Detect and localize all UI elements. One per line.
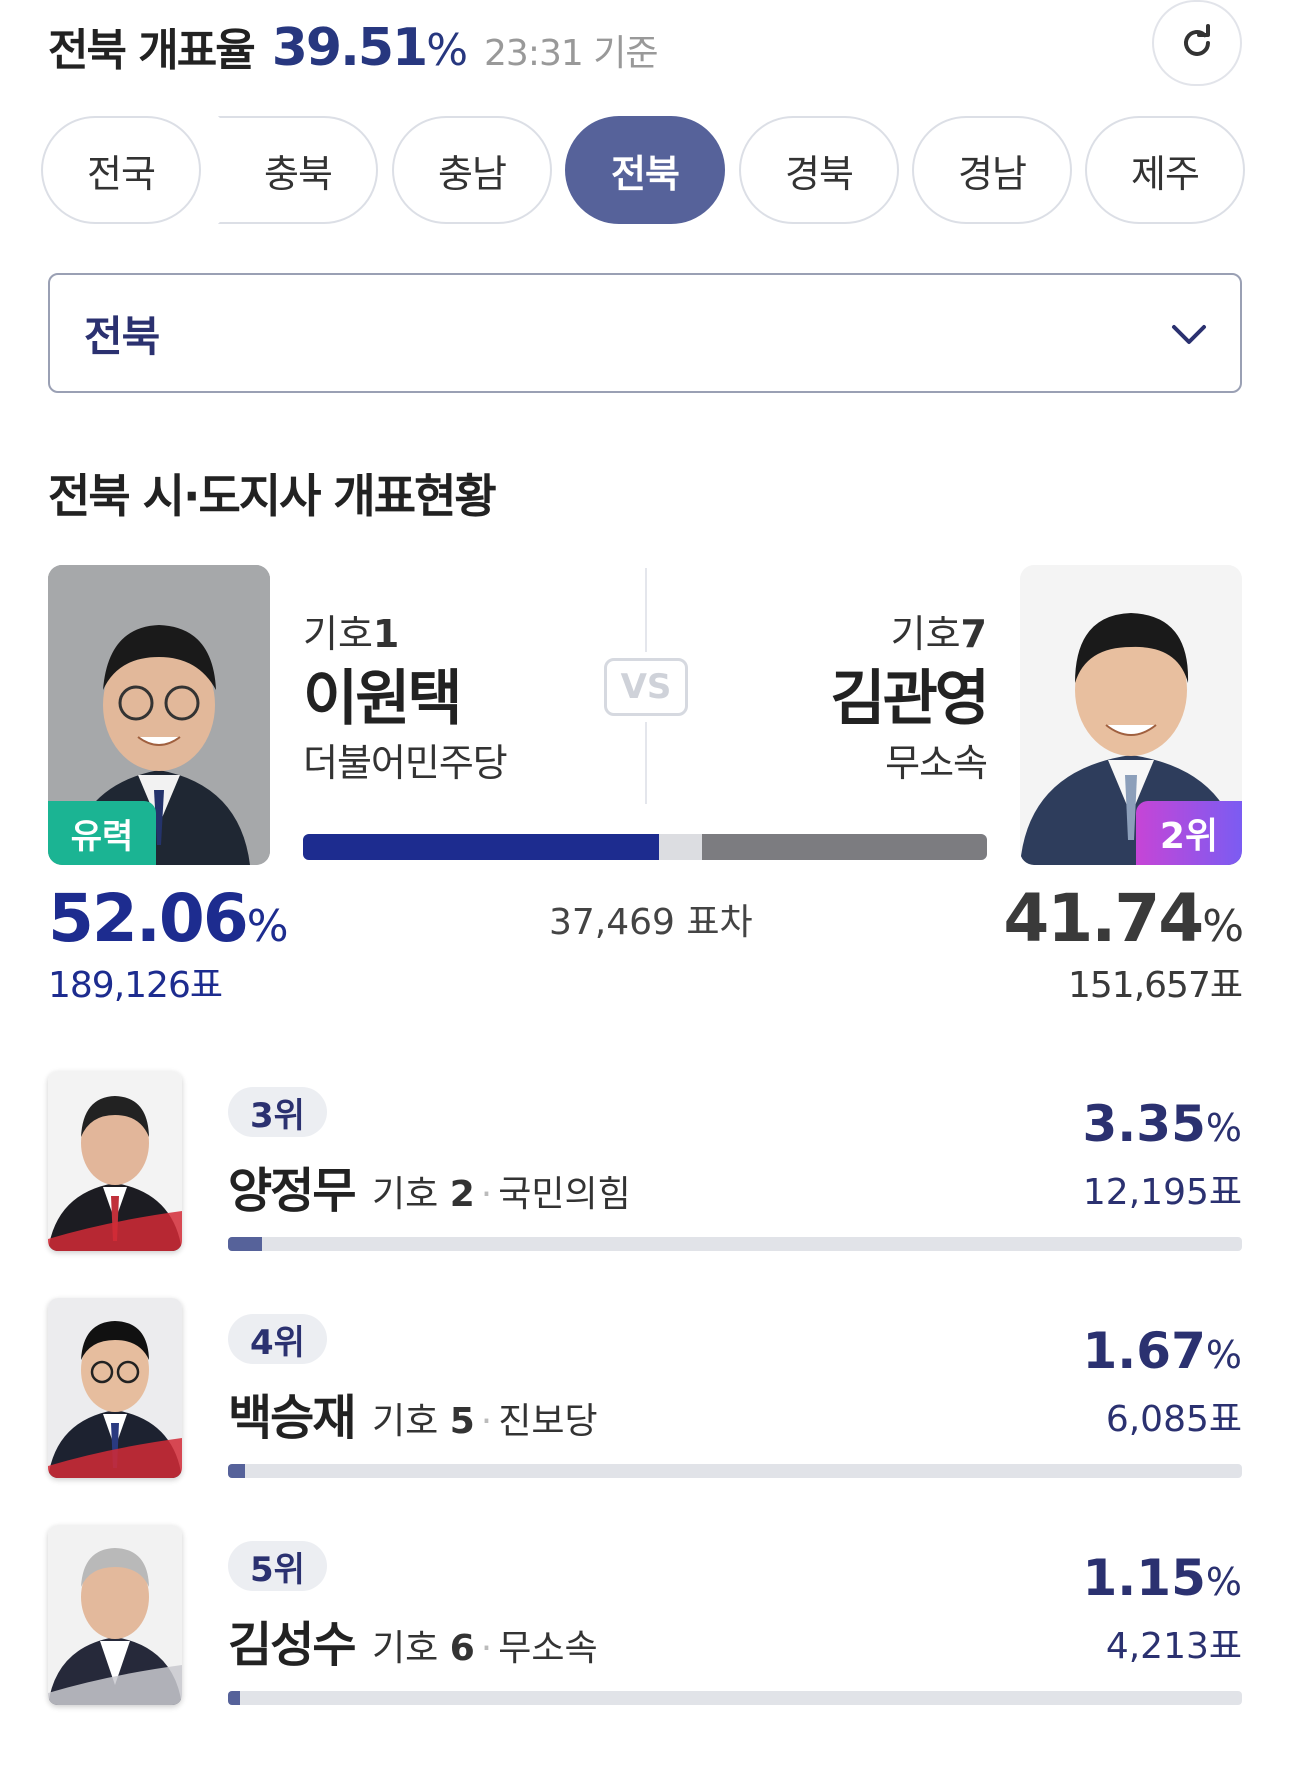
number-label: 기호 [372, 1174, 439, 1215]
vote-pct: 1.15% [1083, 1549, 1242, 1607]
candidate-meta: 기호 5 · 진보당 [372, 1392, 598, 1444]
candidate-party: 무소속 [498, 1628, 598, 1669]
pct-unit: % [1205, 1106, 1242, 1150]
vote-share-fill [228, 1237, 262, 1251]
pct-value: 3.35 [1082, 1095, 1206, 1153]
candidate-name: 양정무 [228, 1163, 356, 1219]
pct-unit: % [1202, 901, 1244, 952]
candidate-name-right: 김관영 [830, 664, 990, 734]
candidate-party: 진보당 [498, 1401, 598, 1442]
candidate-row: 3위 양정무 기호 2 · 국민의힘 3.35% 12,195표 [0, 1071, 1290, 1271]
candidate-party-right: 무소속 [885, 741, 988, 785]
number-value: 2 [449, 1174, 475, 1215]
vs-divider-top [645, 568, 647, 652]
separator-dot: · [480, 1174, 493, 1215]
vote-share-bar-right [701, 834, 987, 860]
vote-pct-left: 52.06% [48, 880, 289, 957]
tab-gyeongbuk[interactable]: 경북 [739, 116, 899, 224]
candidate-name: 김성수 [228, 1617, 356, 1673]
rank-badge: 2위 [1136, 801, 1242, 865]
vote-share-bar [228, 1464, 1242, 1478]
tab-chungbuk[interactable]: 충북 [218, 116, 378, 224]
pct-value: 41.74 [1003, 880, 1204, 957]
lead-badge: 유력 [48, 801, 156, 865]
vote-pct: 1.67% [1083, 1322, 1242, 1380]
vote-share-fill [228, 1464, 245, 1478]
turnout-header: 전북 개표율 39.51 % 23:31 기준 [48, 14, 658, 78]
tab-chungnam[interactable]: 충남 [392, 116, 552, 224]
vote-pct: 3.35% [1083, 1095, 1242, 1153]
pct-value: 1.15 [1082, 1549, 1206, 1607]
pct-value: 1.67 [1082, 1322, 1206, 1380]
vote-share-fill [228, 1691, 240, 1705]
tab-jeju[interactable]: 제주 [1085, 116, 1245, 224]
candidate-photo [48, 1298, 182, 1478]
separator-dot: · [480, 1628, 493, 1669]
turnout-rate: 39.51 [271, 18, 428, 78]
candidate-party: 국민의힘 [498, 1174, 631, 1215]
rank-badge: 5위 [228, 1541, 327, 1591]
candidate-photo-left: 유력 [48, 565, 270, 865]
candidate-meta: 기호 6 · 무소속 [372, 1619, 598, 1671]
turnout-label: 전북 개표율 [48, 25, 256, 76]
vote-count-right: 151,657표 [1068, 965, 1243, 1006]
candidate-photo [48, 1071, 182, 1251]
refresh-button[interactable] [1152, 0, 1242, 86]
rank-badge: 3위 [228, 1087, 327, 1137]
vote-share-bar-left [303, 834, 660, 860]
candidate-photo [48, 1525, 182, 1705]
pct-unit: % [1205, 1560, 1242, 1604]
region-select[interactable]: 전북 [48, 273, 1242, 393]
candidate-name: 백승재 [228, 1390, 356, 1446]
pct-unit: % [246, 901, 289, 952]
region-tabs: 전국 충북 충남 전북 경북 경남 제주 [0, 116, 1290, 226]
candidate-meta: 기호 2 · 국민의힘 [372, 1165, 631, 1217]
refresh-icon [1184, 24, 1210, 56]
vote-count: 4,213표 [1105, 1626, 1242, 1667]
vote-count: 6,085표 [1105, 1399, 1242, 1440]
region-select-value: 전북 [84, 311, 160, 361]
vote-count: 12,195표 [1082, 1172, 1242, 1213]
pct-unit: % [1205, 1333, 1242, 1377]
candidate-photo-right: 2위 [1020, 565, 1242, 865]
section-title: 전북 시·도지사 개표현황 [48, 469, 497, 523]
vs-divider-bottom [645, 722, 647, 804]
candidate-name-left: 이원택 [303, 664, 463, 734]
number-value: 5 [449, 1401, 475, 1442]
candidate-party-left: 더불어민주당 [303, 741, 508, 785]
separator-dot: · [480, 1401, 493, 1442]
candidate-row: 4위 백승재 기호 5 · 진보당 1.67% 6,085표 [0, 1298, 1290, 1498]
updated-time: 23:31 기준 [484, 33, 658, 74]
pct-value: 52.06 [48, 880, 249, 957]
rank-badge: 4위 [228, 1314, 327, 1364]
candidate-row: 5위 김성수 기호 6 · 무소속 1.15% 4,213표 [0, 1525, 1290, 1725]
tab-nationwide[interactable]: 전국 [41, 116, 201, 224]
number-label: 기호 [372, 1628, 439, 1669]
vote-share-bar [228, 1237, 1242, 1251]
tab-gyeongnam[interactable]: 경남 [912, 116, 1072, 224]
vote-share-bar [303, 834, 987, 860]
number-value: 6 [449, 1628, 475, 1669]
number-label: 기호 [372, 1401, 439, 1442]
vote-share-bar [228, 1691, 1242, 1705]
turnout-rate-unit: % [426, 25, 469, 76]
vote-pct-right: 41.74% [1003, 880, 1244, 957]
vote-count-left: 189,126표 [48, 965, 223, 1006]
vs-label: VS [604, 658, 688, 716]
chevron-down-icon [1172, 325, 1206, 344]
tab-jeonbuk[interactable]: 전북 [565, 116, 725, 224]
vote-difference: 37,469 표차 [549, 902, 753, 943]
